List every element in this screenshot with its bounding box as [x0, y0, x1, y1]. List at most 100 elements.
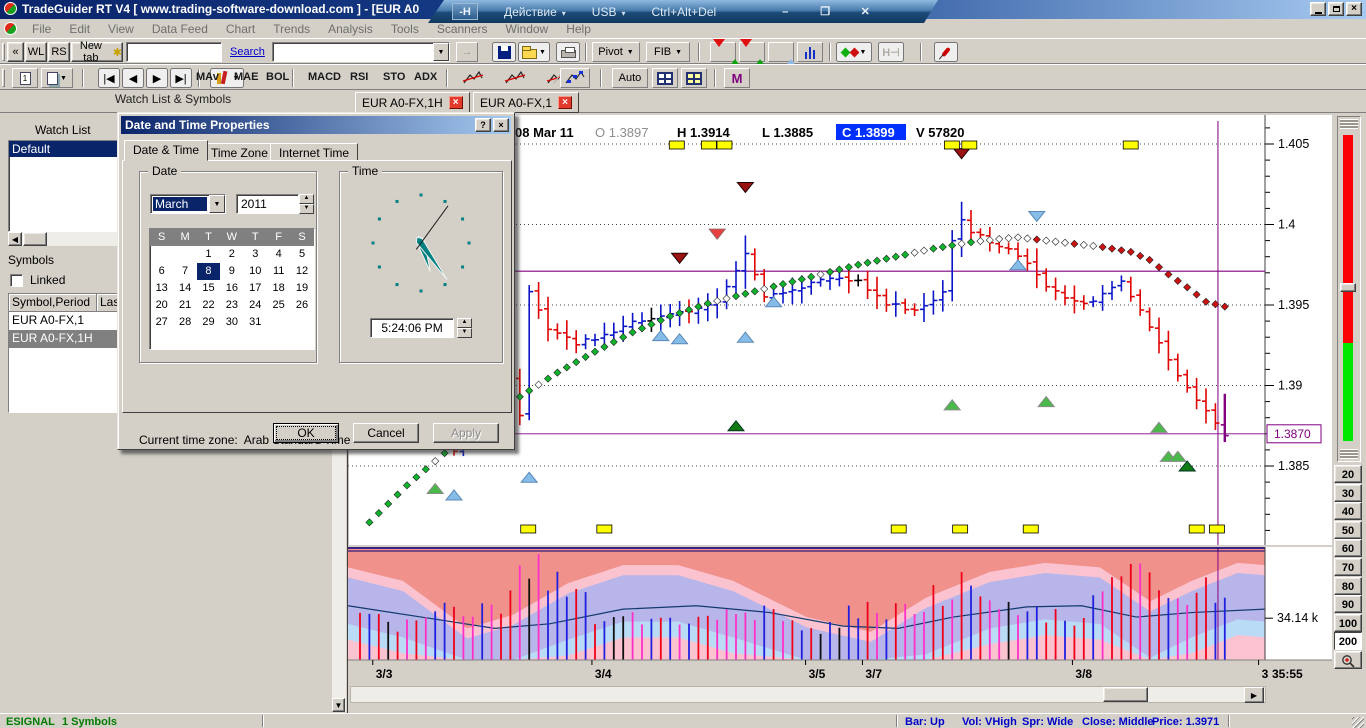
period-button-80[interactable]: 80	[1334, 577, 1362, 595]
first-bar-button[interactable]: |◀	[98, 68, 120, 88]
pivot-dropdown[interactable]: Pivot▼	[592, 42, 640, 62]
trend-scan-button[interactable]	[458, 68, 488, 88]
dialog-close-button[interactable]: ×	[493, 118, 509, 132]
calendar-day-8[interactable]: 8	[197, 263, 220, 280]
layout-grid-button[interactable]	[652, 68, 678, 88]
ok-button[interactable]: OK	[273, 423, 339, 443]
spin-up-icon[interactable]: ▲	[457, 318, 472, 328]
tab-close-button[interactable]: ×	[449, 96, 463, 109]
symbol-input[interactable]	[126, 42, 222, 62]
period-button-40[interactable]: 40	[1334, 502, 1362, 520]
zoom-button[interactable]	[1334, 651, 1362, 669]
year-value[interactable]: 2011	[236, 194, 299, 214]
time-spinner[interactable]: 5:24:06 PM ▲▼	[370, 318, 472, 338]
spin-down-icon[interactable]: ▼	[299, 204, 314, 214]
indicator-button-mav[interactable]: MAv	[196, 71, 219, 83]
chart-tab[interactable]: EUR A0-FX,1 ×	[473, 92, 579, 113]
calendar-day-16[interactable]: 16	[220, 280, 243, 297]
rs-button[interactable]: RS	[48, 42, 70, 62]
time-value[interactable]: 5:24:06 PM	[370, 318, 454, 338]
session-ctrl-alt-del-button[interactable]: Ctrl+Alt+Del	[651, 5, 716, 19]
indicator-button-macd[interactable]: MACD	[308, 71, 341, 83]
month-select[interactable]: March ▼	[150, 194, 226, 214]
save-button[interactable]	[492, 42, 516, 62]
calendar-day-6[interactable]: 6	[150, 263, 173, 280]
search-combobox[interactable]: ▼	[272, 42, 450, 62]
tab-date-time-active[interactable]: Date & Time	[124, 140, 208, 161]
menu-item-view[interactable]: View	[99, 22, 143, 36]
calendar-day-10[interactable]: 10	[244, 263, 267, 280]
calendar-day-1[interactable]: 1	[197, 246, 220, 263]
fib-dropdown[interactable]: FIB▼	[646, 42, 690, 62]
indicator-button-bol[interactable]: BOL	[266, 71, 289, 83]
collapse-panel-button[interactable]: «	[7, 42, 24, 62]
trend-scan-button[interactable]	[500, 68, 530, 88]
session-usb-menu[interactable]: USB▾	[592, 5, 626, 19]
scroll-left-button[interactable]: ◀	[8, 232, 22, 246]
last-bar-button[interactable]: ▶|	[170, 68, 192, 88]
search-link[interactable]: Search	[230, 46, 265, 58]
session-pin-button[interactable]: -H	[452, 3, 478, 20]
scroll-down-button[interactable]: ▼	[332, 698, 345, 712]
trend-scan-blue-button[interactable]	[560, 68, 590, 88]
scrollbar-thumb[interactable]	[23, 232, 47, 246]
toolbar-grip[interactable]	[2, 43, 5, 61]
gauge-slider-thumb[interactable]	[1340, 283, 1356, 292]
scroll-right-button[interactable]: ▶	[1244, 687, 1264, 703]
volume-chart[interactable]: 34.14 k3/33/43/53/73/8335:55	[348, 547, 1332, 686]
calendar-day-7[interactable]: 7	[173, 263, 196, 280]
bars-display-button[interactable]	[797, 42, 823, 62]
menu-item-tools[interactable]: Tools	[382, 22, 428, 36]
diamonds-dropdown[interactable]: ▼	[836, 42, 872, 62]
toolbar-grip[interactable]	[2, 69, 5, 87]
calendar-day-28[interactable]: 28	[173, 314, 196, 331]
calendar[interactable]: SMTWTFS 12345678910111213141516171819202…	[149, 228, 315, 350]
tab-close-button[interactable]: ×	[558, 96, 572, 109]
trend-gauge[interactable]	[1337, 116, 1361, 462]
next-bar-button[interactable]: ▶	[146, 68, 168, 88]
layout-grid-data-button[interactable]	[681, 68, 707, 88]
calendar-day-26[interactable]: 26	[290, 297, 313, 314]
annotation-tool-button[interactable]: M	[724, 68, 750, 88]
menu-item-file[interactable]: File	[23, 22, 60, 36]
calendar-day-5[interactable]: 5	[290, 246, 313, 263]
calendar-day-24[interactable]: 24	[244, 297, 267, 314]
calendar-day-30[interactable]: 30	[220, 314, 243, 331]
calendar-day-9[interactable]: 9	[220, 263, 243, 280]
new-tab-button[interactable]: New tab✱	[71, 42, 123, 62]
prev-bar-button[interactable]: ◀	[122, 68, 144, 88]
column-header-symbol-period[interactable]: Symbol,Period	[9, 294, 97, 311]
signals-red-green-button[interactable]	[710, 42, 736, 62]
auto-scale-button[interactable]: Auto	[612, 68, 648, 88]
calendar-day-19[interactable]: 19	[290, 280, 313, 297]
session-close-button[interactable]: ✕	[856, 5, 874, 18]
session-minimize-button[interactable]: –	[776, 6, 794, 18]
print-button[interactable]	[556, 42, 580, 62]
menu-item-edit[interactable]: Edit	[60, 22, 99, 36]
calendar-day-21[interactable]: 21	[173, 297, 196, 314]
indicator-button-mae[interactable]: MAE	[234, 71, 258, 83]
linked-checkbox-row[interactable]: Linked	[10, 273, 65, 287]
chart-tab-active[interactable]: EUR A0-FX,1H ×	[355, 92, 470, 113]
minimize-button[interactable]	[1310, 2, 1326, 16]
calendar-day-27[interactable]: 27	[150, 314, 173, 331]
period-button-50[interactable]: 50	[1334, 521, 1362, 539]
calendar-day-13[interactable]: 13	[150, 280, 173, 297]
calendar-day-20[interactable]: 20	[150, 297, 173, 314]
session-action-menu[interactable]: Действие▾	[504, 5, 566, 19]
calendar-day-2[interactable]: 2	[220, 246, 243, 263]
chart-hscrollbar[interactable]	[350, 686, 1266, 703]
period-button-70[interactable]: 70	[1334, 558, 1362, 576]
menu-item-trends[interactable]: Trends	[264, 22, 319, 36]
menu-item-chart[interactable]: Chart	[217, 22, 264, 36]
remote-session-toolbar[interactable]: -H Действие▾ USB▾ Ctrl+Alt+Del – ❐ ✕	[428, 0, 938, 23]
calendar-day-29[interactable]: 29	[197, 314, 220, 331]
period-button-60[interactable]: 60	[1334, 539, 1362, 557]
session-restore-button[interactable]: ❐	[816, 5, 834, 18]
go-button[interactable]: →	[456, 42, 478, 62]
spin-down-icon[interactable]: ▼	[457, 328, 472, 338]
indicator-button-adx[interactable]: ADX	[414, 71, 437, 83]
open-button[interactable]: ▼	[518, 42, 550, 62]
menu-item-data-feed[interactable]: Data Feed	[143, 22, 217, 36]
calendar-day-14[interactable]: 14	[173, 280, 196, 297]
